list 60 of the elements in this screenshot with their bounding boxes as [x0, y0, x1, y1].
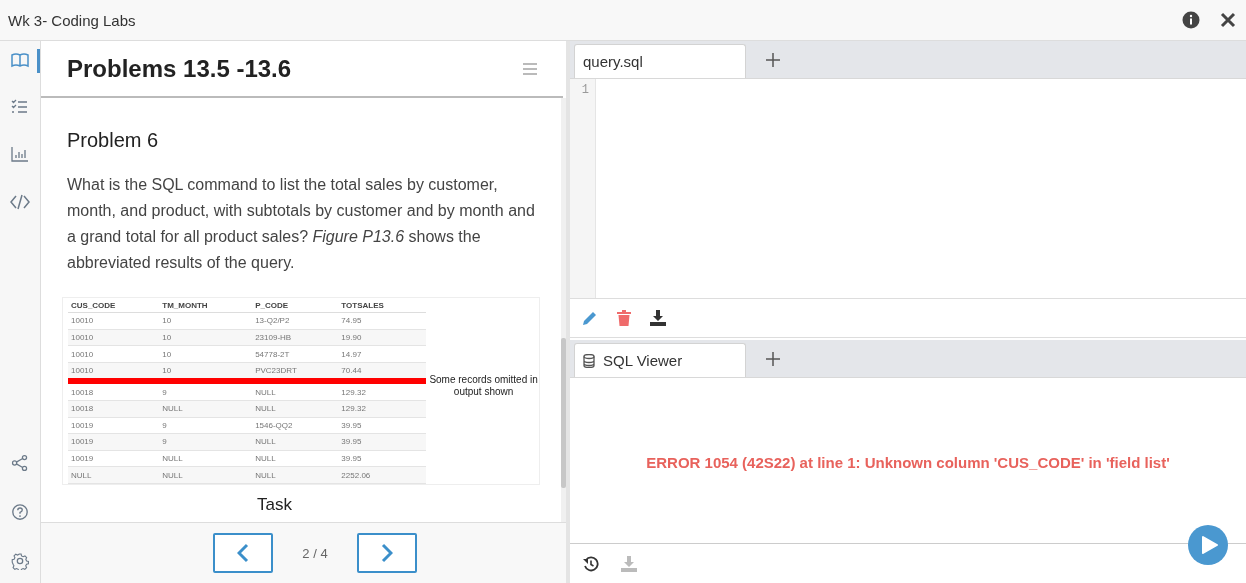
error-message: ERROR 1054 (42S22) at line 1: Unknown column 'CUS_CODE' in 'field list'	[646, 454, 1170, 471]
table-cell: 9	[159, 417, 253, 434]
table-cell: 74.95	[338, 312, 427, 330]
table-cell: 54778-2T	[252, 345, 339, 363]
download-icon	[621, 555, 637, 572]
chevron-left-icon	[237, 543, 249, 563]
table-cell: 13-Q2/P2	[252, 312, 339, 330]
previous-button[interactable]	[213, 533, 273, 573]
menu-icon[interactable]	[523, 62, 537, 75]
chevron-right-icon	[381, 543, 393, 563]
table-cell: 39.95	[338, 450, 427, 467]
play-icon	[1200, 535, 1219, 555]
table-cell: PVC23DRT	[252, 362, 339, 382]
close-icon[interactable]	[1220, 12, 1236, 28]
table-cell: NULL	[252, 450, 339, 467]
column-header: TM_MONTH	[159, 298, 253, 313]
problem-heading: Problem 6	[67, 129, 160, 152]
code-icon[interactable]	[10, 192, 30, 212]
table-cell: 70.44	[338, 362, 427, 382]
lesson-title: Problems 13.5 -13.6	[67, 54, 293, 83]
table-cell: 10019	[68, 417, 160, 434]
table-cell: NULL	[252, 381, 339, 401]
task-heading: Task	[257, 495, 293, 515]
share-icon[interactable]	[11, 454, 29, 472]
table-cell: 10010	[68, 312, 160, 330]
table-cell: 10	[159, 345, 253, 363]
history-icon[interactable]	[583, 555, 599, 572]
table-cell: 1546-QQ2	[252, 417, 339, 434]
info-icon[interactable]	[1182, 11, 1200, 29]
table-cell: 10018	[68, 381, 160, 401]
table-cell: 39.95	[338, 417, 427, 434]
table-cell: NULL	[159, 450, 253, 467]
editor-tab[interactable]: SQL Viewer	[574, 343, 746, 377]
download-icon[interactable]	[650, 310, 666, 326]
column-header: CUS_CODE	[68, 298, 160, 313]
table-cell: 14.97	[338, 345, 427, 363]
scrollbar[interactable]	[561, 98, 566, 522]
bar-chart-icon[interactable]	[10, 145, 30, 165]
column-header: P_CODE	[252, 298, 339, 313]
window-title: Wk 3- Coding Labs	[8, 11, 137, 29]
problem-text: What is the SQL command to list the total sales by customer, month, and product, with subtotals by customer and by month and a grand total for all product sales? Figure P13.6 shows the abbreviated results of the query.	[67, 175, 536, 273]
next-button[interactable]	[357, 533, 417, 573]
table-cell: 10	[159, 312, 253, 330]
run-button[interactable]	[1188, 525, 1228, 565]
table-cell: 129.32	[338, 381, 427, 401]
plus-icon[interactable]	[766, 351, 780, 366]
page-indicator: 2 / 4	[301, 545, 329, 561]
database-icon	[583, 353, 595, 368]
figure-note: Some records omitted in output shown	[428, 374, 539, 398]
column-header: TOTSALES	[338, 298, 427, 313]
settings-icon[interactable]	[11, 552, 29, 570]
table-cell: 9	[159, 381, 253, 401]
line-number: 1	[580, 83, 589, 97]
trash-icon[interactable]	[617, 310, 631, 326]
pencil-icon[interactable]	[582, 310, 598, 326]
table-cell: 10010	[68, 345, 160, 363]
help-icon[interactable]	[11, 503, 29, 521]
table-cell: 10019	[68, 450, 160, 467]
editor-tab[interactable]: query.sql	[574, 44, 746, 78]
plus-icon[interactable]	[766, 52, 780, 67]
